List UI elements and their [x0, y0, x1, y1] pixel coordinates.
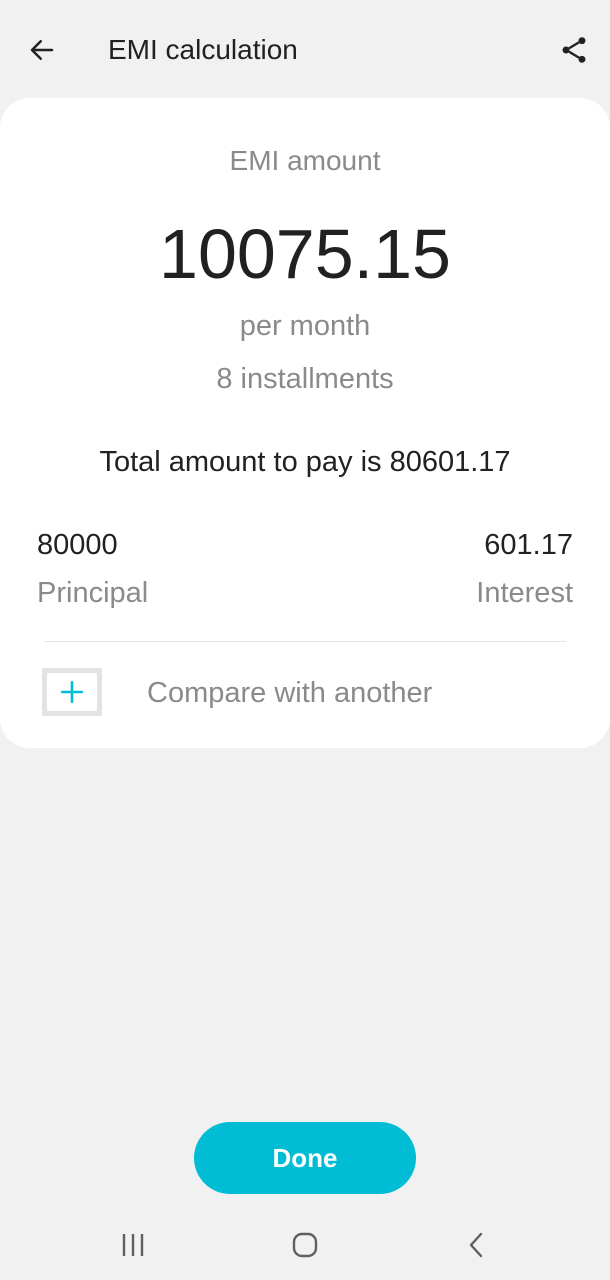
home-button[interactable]	[290, 1230, 320, 1260]
interest-value: 601.17	[484, 529, 573, 561]
plus-icon-box	[42, 668, 102, 716]
page-title: EMI calculation	[108, 34, 298, 65]
done-button[interactable]: Done	[194, 1122, 416, 1194]
principal-value: 80000	[37, 529, 118, 561]
plus-icon	[60, 680, 84, 704]
emi-amount-value: 10075.15	[159, 215, 451, 293]
compare-with-another-button[interactable]: Compare with another	[0, 658, 610, 730]
back-chevron-icon	[469, 1232, 483, 1258]
per-month-label: per month	[239, 310, 371, 342]
system-back-button[interactable]	[462, 1230, 492, 1260]
home-icon	[292, 1232, 318, 1258]
divider	[44, 641, 566, 642]
interest-label: Interest	[476, 577, 573, 609]
emi-amount-label: EMI amount	[229, 145, 381, 176]
emi-result-card: EMI amount 10075.15 per month 8 installm…	[0, 98, 610, 748]
back-button[interactable]	[22, 30, 62, 70]
recent-apps-icon	[122, 1234, 144, 1256]
share-icon	[562, 37, 586, 63]
compare-label: Compare with another	[147, 677, 433, 709]
arrow-left-icon	[30, 40, 54, 60]
total-amount-text: Total amount to pay is 80601.17	[99, 446, 511, 478]
app-bar: EMI calculation	[0, 0, 610, 100]
system-navigation-bar	[0, 1210, 610, 1280]
share-button[interactable]	[554, 30, 594, 70]
installments-label: 8 installments	[216, 363, 394, 395]
recent-apps-button[interactable]	[118, 1230, 148, 1260]
principal-label: Principal	[37, 577, 149, 609]
